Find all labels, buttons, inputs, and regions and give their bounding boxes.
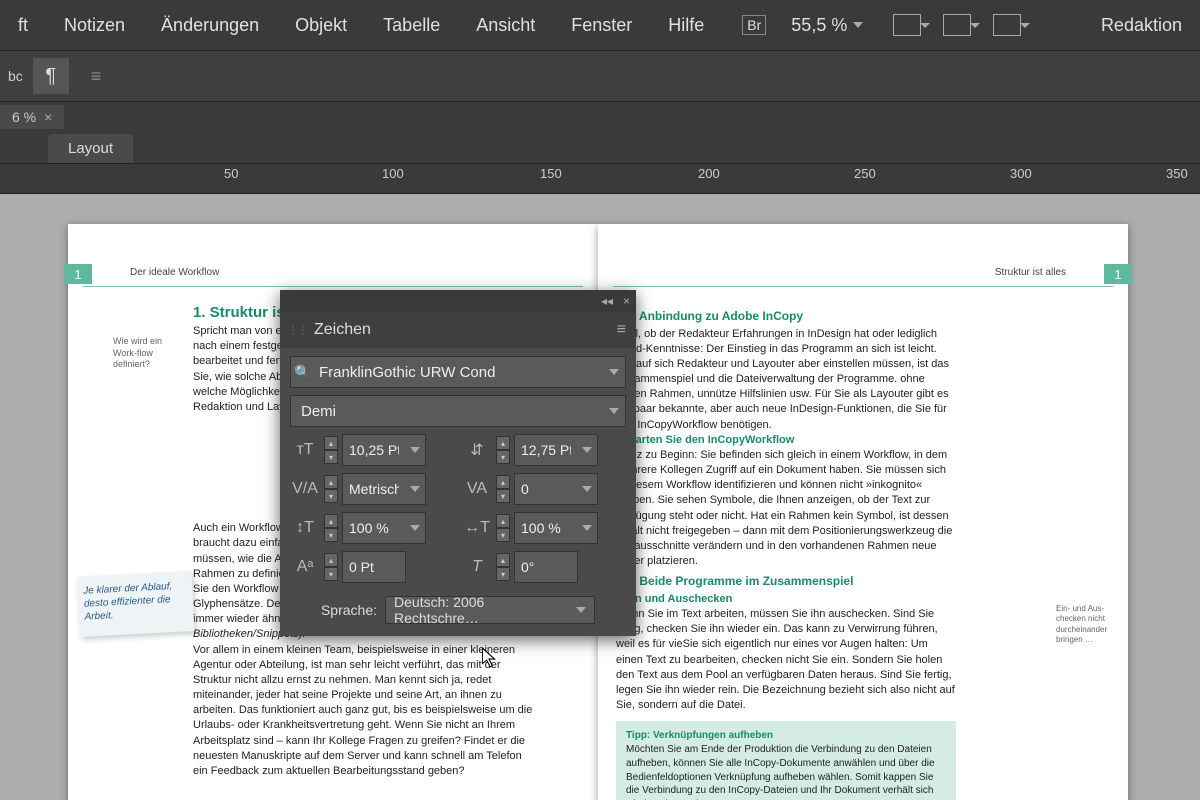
view-mode-tabs: Layout: [0, 132, 1200, 164]
hscale-field[interactable]: [514, 512, 598, 544]
tracking-input[interactable]: [515, 481, 577, 497]
vscale-input[interactable]: [343, 520, 405, 536]
language-dropdown[interactable]: Deutsch: 2006 Rechtschre…: [385, 596, 595, 624]
kerning-icon: V/A: [290, 473, 320, 505]
grip-icon[interactable]: ⋮⋮: [288, 325, 308, 336]
zoom-value: 55,5 %: [791, 15, 847, 36]
baseline-stepper[interactable]: ▴▾: [324, 553, 338, 581]
collapse-icon[interactable]: ◂◂: [601, 294, 613, 308]
menu-item-objekt[interactable]: Objekt: [277, 15, 365, 36]
chevron-down-icon: [576, 607, 586, 613]
panel-title: Zeichen: [314, 321, 371, 339]
document-tab[interactable]: 6 % ×: [0, 105, 64, 129]
hscale-icon: ↔T: [462, 512, 492, 544]
margin-question: Wie wird ein Work-flow definiert?: [113, 336, 183, 371]
vscale-stepper[interactable]: ▴▾: [324, 514, 338, 542]
workspace-switcher[interactable]: Redaktion: [1101, 15, 1200, 36]
kerning-input[interactable]: [343, 481, 405, 497]
menu-item-tabelle[interactable]: Tabelle: [365, 15, 458, 36]
chevron-down-icon[interactable]: [603, 369, 625, 375]
size-stepper[interactable]: ▴▾: [324, 436, 338, 464]
document-tab-label: 6 %: [12, 109, 36, 125]
font-size-field[interactable]: [342, 434, 426, 466]
menu-item-ansicht[interactable]: Ansicht: [458, 15, 553, 36]
search-icon: 🔍: [291, 364, 315, 381]
character-panel[interactable]: ◂◂ × ⋮⋮ Zeichen ≡ 🔍 ᴛT ▴▾ ⇵ ▴: [280, 290, 636, 636]
section-heading: 1. Struktur is: [193, 304, 285, 321]
page-number-badge: 1: [64, 264, 92, 284]
ruler-mark: 50: [224, 166, 238, 181]
tracking-stepper[interactable]: ▴▾: [496, 475, 510, 503]
font-family-input[interactable]: [315, 364, 603, 381]
document-tabs: 6 % ×: [0, 102, 1200, 132]
running-header-right: Struktur ist alles: [995, 267, 1066, 278]
close-icon[interactable]: ×: [44, 109, 52, 125]
ruler-mark: 100: [382, 166, 404, 181]
leading-field[interactable]: [514, 434, 598, 466]
kerning-field[interactable]: [342, 473, 426, 505]
skew-stepper[interactable]: ▴▾: [496, 553, 510, 581]
menu-item-hilfe[interactable]: Hilfe: [650, 15, 722, 36]
language-label: Sprache:: [321, 602, 377, 618]
horizontal-ruler[interactable]: 50 100 150 200 250 300 350: [0, 164, 1200, 194]
vscale-field[interactable]: [342, 512, 426, 544]
baseline-input[interactable]: [343, 559, 405, 575]
ruler-mark: 200: [698, 166, 720, 181]
pilcrow-button[interactable]: ¶: [33, 58, 69, 94]
sticky-note: Je klarer der Ablauf, desto effizienter …: [77, 571, 195, 637]
format-toolbar: bc ¶ ≡: [0, 50, 1200, 102]
running-header-left: Der ideale Workflow: [130, 267, 219, 278]
leading-input[interactable]: [515, 442, 577, 458]
paragraph-options-icon[interactable]: ≡: [91, 66, 102, 87]
baseline-field[interactable]: [342, 551, 406, 583]
leading-icon: ⇵: [462, 434, 492, 466]
font-size-icon: ᴛT: [290, 434, 320, 466]
chevron-down-icon: [853, 22, 863, 28]
skew-input[interactable]: [515, 559, 577, 575]
panel-titlebar[interactable]: ◂◂ ×: [280, 290, 636, 312]
language-value: Deutsch: 2006 Rechtschre…: [394, 594, 568, 626]
zoom-level-dropdown[interactable]: 55,5 %: [791, 15, 863, 36]
menu-item[interactable]: ft: [0, 15, 46, 36]
abc-label: bc: [8, 68, 23, 84]
font-size-input[interactable]: [343, 442, 405, 458]
skew-field[interactable]: [514, 551, 578, 583]
baseline-icon: Aᵃ: [290, 551, 320, 583]
tip-box: Tipp: Verknüpfungen aufheben Möchten Sie…: [616, 721, 956, 800]
page-number-badge: 1: [1104, 264, 1132, 284]
tab-layout[interactable]: Layout: [48, 134, 133, 163]
leading-stepper[interactable]: ▴▾: [496, 436, 510, 464]
panel-tab-row: ⋮⋮ Zeichen ≡: [280, 312, 636, 348]
margin-caption-right: Ein- und Aus-checken nicht durcheinander…: [1056, 604, 1116, 646]
bridge-button[interactable]: Br: [742, 15, 766, 35]
tracking-icon: VA: [462, 473, 492, 505]
main-menubar: ft Notizen Änderungen Objekt Tabelle Ans…: [0, 0, 1200, 50]
tracking-field[interactable]: [514, 473, 598, 505]
close-icon[interactable]: ×: [623, 294, 630, 308]
chevron-down-icon[interactable]: [603, 408, 625, 414]
screen-mode-icon[interactable]: [893, 14, 921, 36]
vscale-icon: ↕T: [290, 512, 320, 544]
panel-menu-icon[interactable]: ≡: [617, 321, 626, 339]
font-family-field[interactable]: 🔍: [290, 356, 626, 388]
font-style-field[interactable]: [290, 395, 626, 427]
view-options-icon[interactable]: [993, 14, 1021, 36]
arrange-icon[interactable]: [943, 14, 971, 36]
body-text-right: 1.1. Anbindung zu Adobe InCopy Egal, ob …: [616, 304, 956, 800]
menu-item-aenderungen[interactable]: Änderungen: [143, 15, 277, 36]
hscale-input[interactable]: [515, 520, 577, 536]
hscale-stepper[interactable]: ▴▾: [496, 514, 510, 542]
ruler-mark: 150: [540, 166, 562, 181]
ruler-mark: 300: [1010, 166, 1032, 181]
ruler-mark: 350: [1166, 166, 1188, 181]
page-right: 1 Struktur ist alles 1.1. Anbindung zu A…: [598, 224, 1128, 800]
skew-icon: T: [462, 551, 492, 583]
kerning-stepper[interactable]: ▴▾: [324, 475, 338, 503]
ruler-mark: 250: [854, 166, 876, 181]
menu-item-fenster[interactable]: Fenster: [553, 15, 650, 36]
font-style-input[interactable]: [291, 403, 603, 420]
menu-item-notizen[interactable]: Notizen: [46, 15, 143, 36]
